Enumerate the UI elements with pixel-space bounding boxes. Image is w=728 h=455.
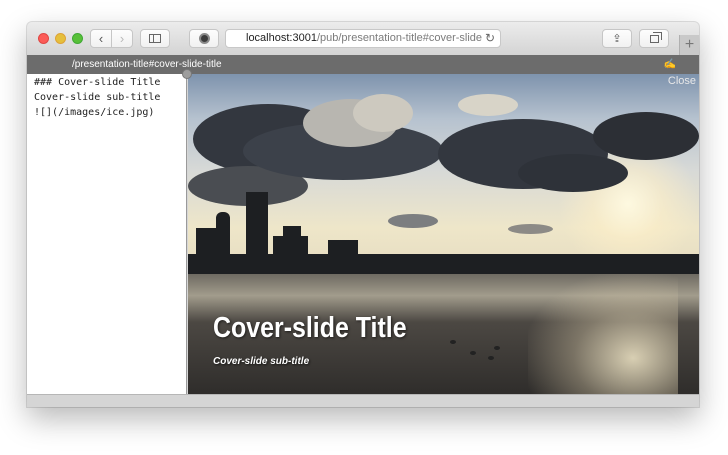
extension-button[interactable] [189,29,219,48]
browser-window: ‹ › localhost:3001/pub/presentation-titl… [27,22,699,407]
tabs-icon [649,31,662,43]
pane-splitter-handle[interactable] [182,69,192,79]
window-close-button[interactable] [38,33,49,44]
bird-shape [488,356,494,360]
address-bar[interactable]: localhost:3001/pub/presentation-title#co… [225,29,501,48]
slide-title: Cover-slide Title [213,312,407,344]
skyline [188,254,699,276]
window-zoom-button[interactable] [72,33,83,44]
editor-line[interactable]: Cover-slide sub-title [34,90,186,105]
sun-reflection [528,274,678,394]
sidebar-toggle-button[interactable] [140,29,170,48]
new-tab-button[interactable]: + [679,35,699,55]
window-bottom-bar [27,394,699,407]
cloud-shape [388,214,438,228]
cloud-shape [458,94,518,116]
url-host: localhost:3001 [246,32,317,44]
cloud-shape [353,94,413,132]
editor-line[interactable]: ![](/images/ice.jpg) [34,105,186,120]
cloud-shape [508,224,553,234]
pencil-icon[interactable]: ✍ [664,55,676,74]
editor-line[interactable]: ### Cover-slide Title [34,75,186,90]
chevron-right-icon[interactable]: › [112,30,132,47]
extension-icon [198,33,210,44]
cloud-shape [593,112,699,160]
path-bar: /presentation-title#cover-slide-title ✍ [27,55,699,74]
close-button[interactable]: Close [668,75,696,87]
bird-shape [470,351,476,355]
browser-toolbar: ‹ › localhost:3001/pub/presentation-titl… [27,22,699,56]
bird-shape [450,340,456,344]
bird-shape [494,346,500,350]
path-text: /presentation-title#cover-slide-title [72,59,222,70]
markdown-editor[interactable]: ### Cover-slide Title Cover-slide sub-ti… [27,74,187,394]
navigation-buttons: ‹ › [90,29,133,48]
skyline-building [246,192,268,262]
show-tabs-button[interactable] [639,29,669,48]
slide-subtitle: Cover-slide sub-title [213,356,310,367]
slide-preview: Close Cover-slide Title Cover-slide sub-… [188,74,699,394]
chevron-left-icon[interactable]: ‹ [91,30,111,47]
sidebar-icon [149,34,161,43]
share-button[interactable]: ⇪ [602,29,632,48]
reload-icon[interactable]: ↻ [481,30,495,47]
share-icon: ⇪ [612,33,622,45]
url-path: /pub/presentation-title#cover-slide [316,32,483,44]
window-minimize-button[interactable] [55,33,66,44]
cloud-shape [518,154,628,192]
